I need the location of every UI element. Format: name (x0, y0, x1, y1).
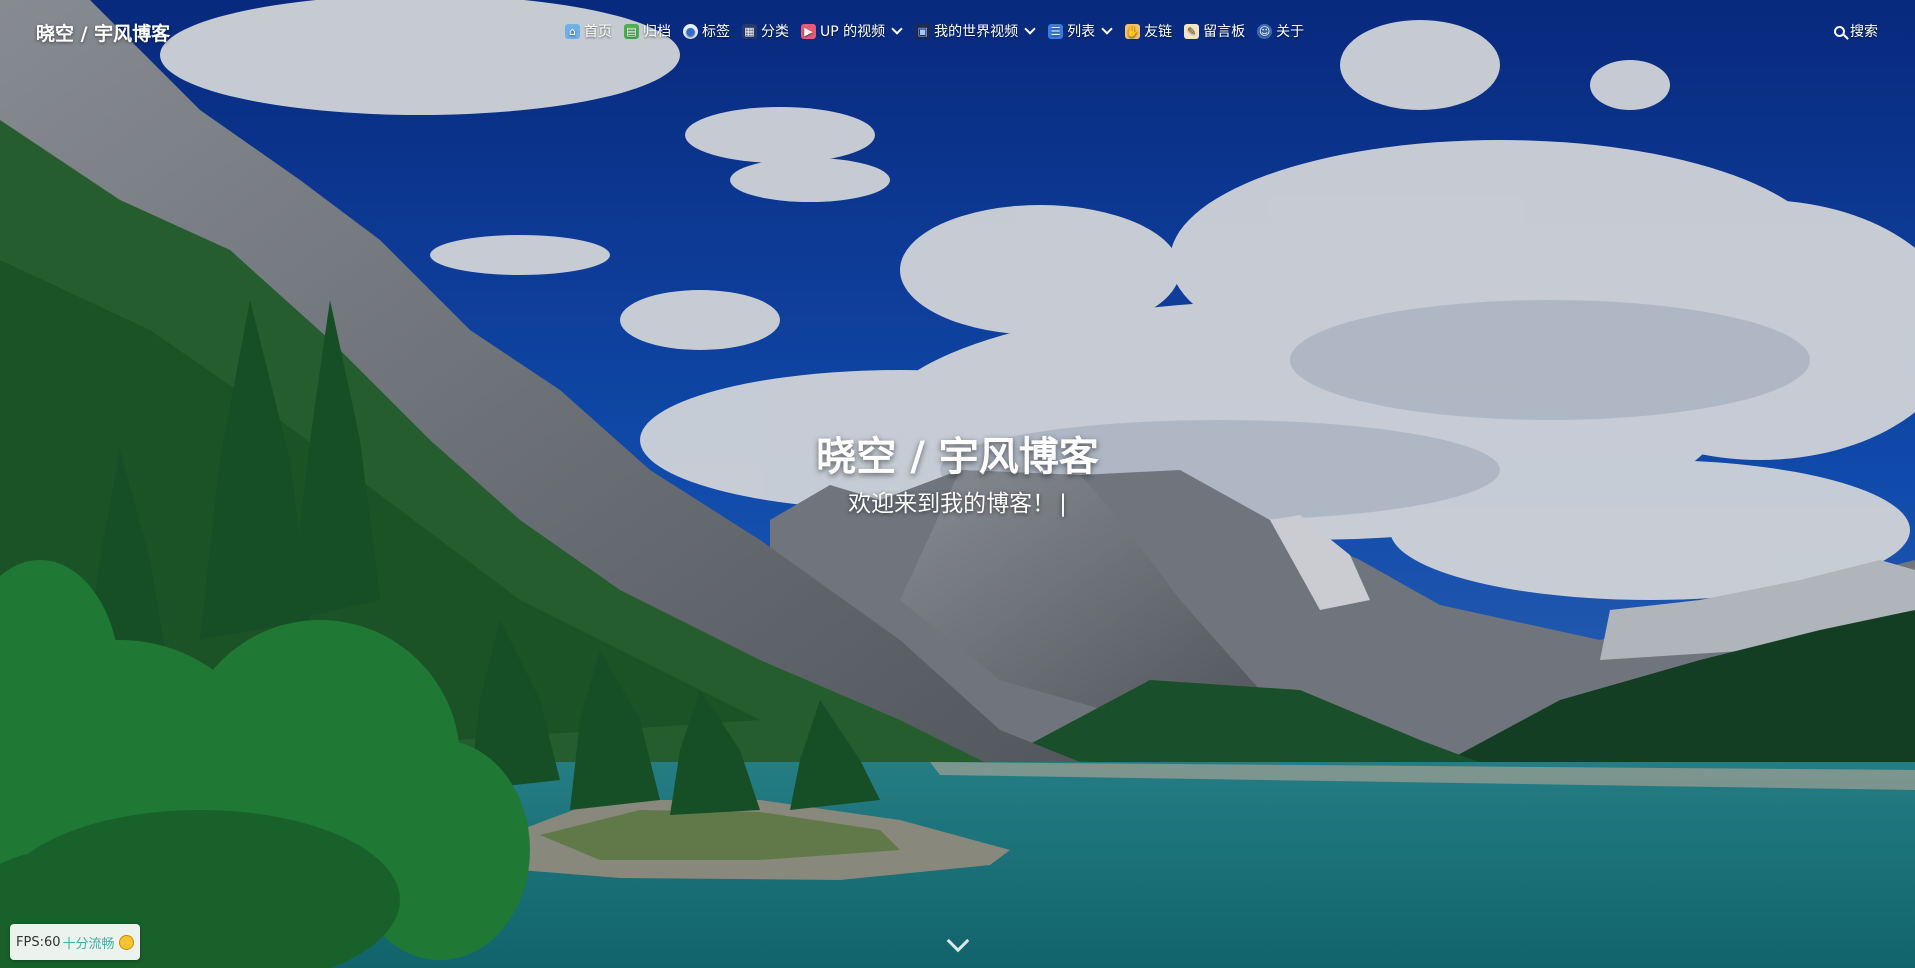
nav-item-tags[interactable]: ● 标签 (683, 21, 730, 41)
nav-item-friend-links[interactable]: ✋ 友链 (1125, 21, 1172, 41)
minecraft-icon: ▣ (915, 23, 931, 39)
nav-item-label: 友链 (1144, 24, 1173, 40)
nav-item-label: 分类 (761, 24, 789, 40)
nav-menu: ⌂ 首页 ▤ 归档 ● 标签 ▦ 分类 ▶ UP 的视频 ▣ 我的世界视频 ☰ … (565, 21, 1304, 41)
chevron-down-icon (1024, 23, 1036, 35)
message-icon: ✎ (1184, 23, 1200, 39)
hero-subtitle: 欢迎来到我的博客！ | (0, 484, 1915, 518)
nav-item-home[interactable]: ⌂ 首页 (565, 21, 612, 41)
nav-item-label: 我的世界视频 (934, 24, 1019, 40)
nav-item-guestbook[interactable]: ✎ 留言板 (1184, 21, 1245, 41)
nav-item-label: 列表 (1067, 24, 1096, 40)
list-icon: ☰ (1048, 23, 1064, 39)
home-icon: ⌂ (565, 23, 580, 39)
hero-title: 晓空 / 宇风博客 (816, 434, 1099, 480)
handshake-icon: ✋ (1125, 23, 1141, 39)
nav-item-label: 留言板 (1203, 24, 1246, 40)
search-icon (1834, 25, 1845, 37)
nav-item-categories[interactable]: ▦ 分类 (742, 21, 789, 41)
site-brand-link[interactable]: 晓空 / 宇风博客 (36, 19, 170, 46)
top-navbar: 晓空 / 宇风博客 ⌂ 首页 ▤ 归档 ● 标签 ▦ 分类 ▶ UP 的视频 ▣… (0, 0, 1915, 62)
archive-icon: ▤ (624, 23, 639, 39)
nav-item-label: 标签 (702, 24, 730, 40)
fps-value: FPS:60 (16, 934, 61, 950)
chevron-down-icon (1101, 23, 1113, 35)
nav-item-label: 关于 (1276, 24, 1305, 40)
nav-item-up-videos[interactable]: ▶ UP 的视频 (801, 21, 903, 41)
chevron-down-icon (891, 23, 903, 35)
nav-item-label: 归档 (643, 24, 671, 40)
fps-status: 十分流畅 (62, 936, 115, 952)
fps-widget: FPS:60 十分流畅 (10, 924, 140, 960)
tag-icon: ● (683, 23, 698, 39)
nav-item-label: UP 的视频 (820, 24, 886, 40)
about-icon: ☺ (1257, 23, 1273, 39)
nav-item-minecraft-videos[interactable]: ▣ 我的世界视频 (915, 21, 1036, 41)
category-icon: ▦ (742, 23, 757, 39)
nav-item-about[interactable]: ☺ 关于 (1257, 21, 1304, 41)
search-label: 搜索 (1850, 24, 1878, 40)
video-icon: ▶ (801, 23, 816, 39)
nav-item-label: 首页 (584, 24, 612, 40)
nav-item-list[interactable]: ☰ 列表 (1048, 21, 1113, 41)
nav-item-archive[interactable]: ▤ 归档 (624, 21, 671, 41)
hero-subtitle-text: 欢迎来到我的博客！ (848, 491, 1056, 517)
typing-cursor: | (1059, 491, 1067, 517)
smiley-icon (118, 934, 134, 950)
search-button[interactable]: 搜索 (1834, 21, 1878, 41)
